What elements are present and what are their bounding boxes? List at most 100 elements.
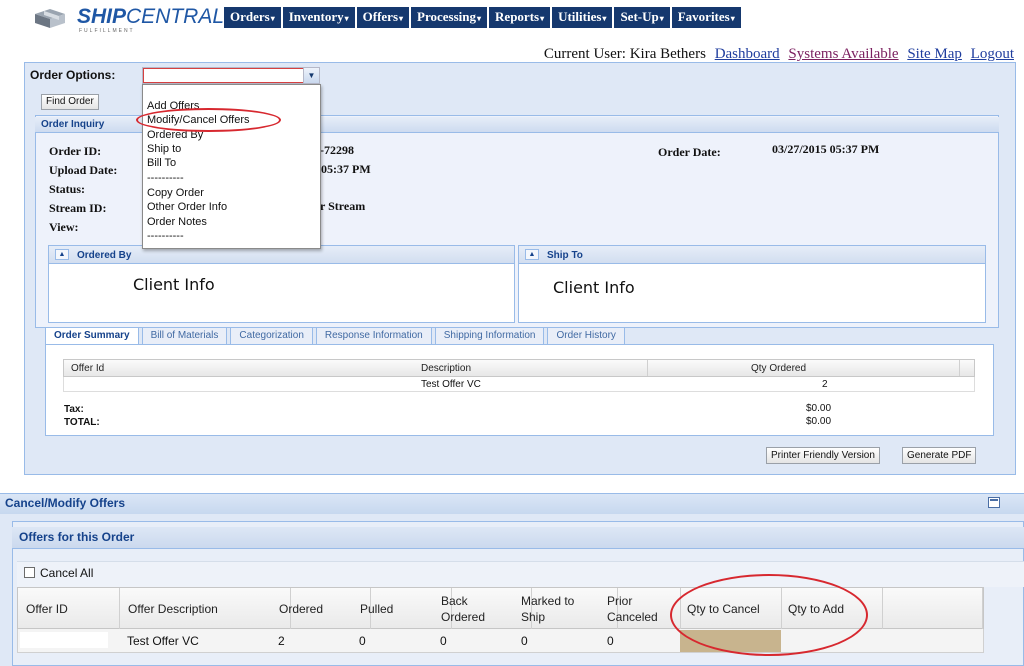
cancel-all-label[interactable]: Cancel All (40, 566, 93, 580)
column-divider (959, 360, 960, 376)
menu-item-ship-to[interactable]: Ship to (147, 143, 181, 155)
nav-processing[interactable]: Processing▾ (411, 7, 488, 28)
menu-separator: ---------- (147, 230, 184, 242)
cancel-all-checkbox[interactable] (24, 567, 35, 578)
caret-down-icon: ▾ (270, 13, 275, 23)
maximize-icon[interactable] (988, 497, 1000, 508)
ordered-by-client-info: Client Info (53, 266, 393, 304)
status-label: Status: (49, 182, 86, 196)
cell-qty: 2 (822, 379, 828, 390)
offers-panel-header (12, 527, 1024, 549)
order-tabs: Order Summary Bill of Materials Categori… (45, 327, 625, 344)
table-row[interactable]: Test Offer VC 2 (63, 377, 975, 392)
nav-label: Utilities (558, 9, 602, 24)
col-offer-id: Offer ID (26, 602, 68, 616)
nav-label: Reports (495, 9, 540, 24)
col-ordered: Ordered (279, 602, 324, 616)
ordered-by-panel: ▲ Ordered By Client Info (48, 245, 515, 323)
tab-order-summary[interactable]: Order Summary (45, 327, 139, 344)
highlight-oval (136, 108, 281, 132)
summary-grid-header: Offer Id Description Qty Ordered (63, 359, 975, 377)
cell-back-ordered: 0 (440, 634, 447, 648)
order-options-label: Order Options: (30, 68, 116, 82)
ship-to-header: ▲ Ship To (519, 246, 985, 264)
menu-separator: ---------- (147, 172, 184, 184)
menu-item-bill-to[interactable]: Bill To (147, 157, 176, 169)
cell-description: Test Offer VC (421, 379, 481, 390)
nav-label: Processing (417, 9, 477, 24)
order-options-combo[interactable]: ▼ (142, 67, 320, 84)
nav-utilities[interactable]: Utilities▾ (552, 7, 613, 28)
col-offer-id: Offer Id (71, 363, 105, 374)
printer-friendly-button[interactable]: Printer Friendly Version (766, 447, 880, 464)
caret-down-icon: ▾ (477, 13, 482, 23)
nav-label: Offers (362, 9, 399, 24)
user-bar: Current User: Kira Bethers Dashboard Sys… (544, 46, 1014, 63)
tab-shipping-information[interactable]: Shipping Information (434, 327, 545, 344)
caret-down-icon: ▾ (540, 13, 545, 23)
collapse-icon[interactable]: ▲ (55, 249, 69, 260)
cell-offer-description: Test Offer VC (127, 634, 199, 648)
total-label: TOTAL: (64, 417, 100, 428)
tax-value: $0.00 (806, 403, 832, 414)
nav-inventory[interactable]: Inventory▾ (282, 7, 355, 28)
caret-down-icon: ▾ (659, 13, 664, 23)
stream-id-label: Stream ID: (49, 201, 107, 215)
nav-setup[interactable]: Set-Up▾ (614, 7, 670, 28)
menu-item-other-order-info[interactable]: Other Order Info (147, 201, 227, 213)
highlight-oval (670, 574, 868, 656)
ship-to-title: Ship To (547, 250, 583, 261)
main-nav: Orders▾ Inventory▾ Offers▾ Processing▾ R… (224, 7, 741, 28)
cell-prior-canceled: 0 (607, 634, 614, 648)
logo-tagline: FULFILLMENT (79, 28, 135, 34)
site-map-link[interactable]: Site Map (907, 46, 962, 62)
upload-date-label: Upload Date: (49, 163, 118, 177)
order-options-input[interactable] (143, 68, 305, 83)
order-inquiry-title: Order Inquiry (41, 119, 105, 130)
total-value: $0.00 (806, 416, 832, 427)
shipcentral-logo[interactable]: SHIPCENTRAL FULFILLMENT (33, 5, 224, 35)
dashboard-link[interactable]: Dashboard (715, 46, 780, 62)
logout-link[interactable]: Logout (971, 46, 1014, 62)
tab-response-information[interactable]: Response Information (315, 327, 432, 344)
generate-pdf-button[interactable]: Generate PDF (902, 447, 977, 464)
col-offer-description: Offer Description (128, 602, 218, 616)
col-prior-canceled: Prior Canceled (607, 594, 658, 624)
caret-down-icon: ▾ (730, 13, 735, 23)
nav-label: Inventory (288, 9, 344, 24)
menu-item-copy-order[interactable]: Copy Order (147, 187, 204, 199)
tab-bill-of-materials[interactable]: Bill of Materials (141, 327, 228, 344)
nav-orders[interactable]: Orders▾ (224, 7, 281, 28)
stream-id-value: r Stream (320, 199, 366, 213)
client-info-text: Client Info (133, 275, 215, 294)
caret-down-icon: ▾ (602, 13, 607, 23)
offers-panel-title: Offers for this Order (19, 530, 135, 544)
cell-marked-to-ship: 0 (521, 634, 528, 648)
tab-order-history[interactable]: Order History (547, 327, 625, 344)
menu-item-order-notes[interactable]: Order Notes (147, 216, 207, 228)
order-id-value: -72298 (320, 143, 354, 157)
collapse-icon[interactable]: ▲ (525, 249, 539, 260)
order-date-label: Order Date: (658, 145, 721, 159)
client-info-text: Client Info (553, 278, 635, 297)
column-divider (883, 588, 983, 630)
cell-pulled: 0 (359, 634, 366, 648)
box-logo-icon (35, 9, 65, 28)
view-label: View: (49, 220, 79, 234)
current-user: Current User: Kira Bethers (543, 46, 706, 62)
systems-available-link[interactable]: Systems Available (788, 46, 898, 62)
col-back-ordered: Back Ordered (441, 594, 486, 624)
find-order-button[interactable]: Find Order (41, 94, 99, 110)
tab-categorization[interactable]: Categorization (230, 327, 313, 344)
nav-favorites[interactable]: Favorites▾ (671, 7, 741, 28)
chevron-down-icon[interactable]: ▼ (303, 68, 319, 83)
nav-label: Favorites (677, 9, 730, 24)
nav-reports[interactable]: Reports▾ (489, 7, 551, 28)
col-marked-to-ship: Marked to Ship (521, 594, 575, 624)
upload-date-value: 05:37 PM (321, 162, 371, 176)
nav-offers[interactable]: Offers▾ (356, 7, 410, 28)
cancel-all-row (17, 561, 1024, 587)
column-divider (647, 360, 648, 376)
order-id-label: Order ID: (49, 144, 102, 158)
caret-down-icon: ▾ (399, 13, 404, 23)
